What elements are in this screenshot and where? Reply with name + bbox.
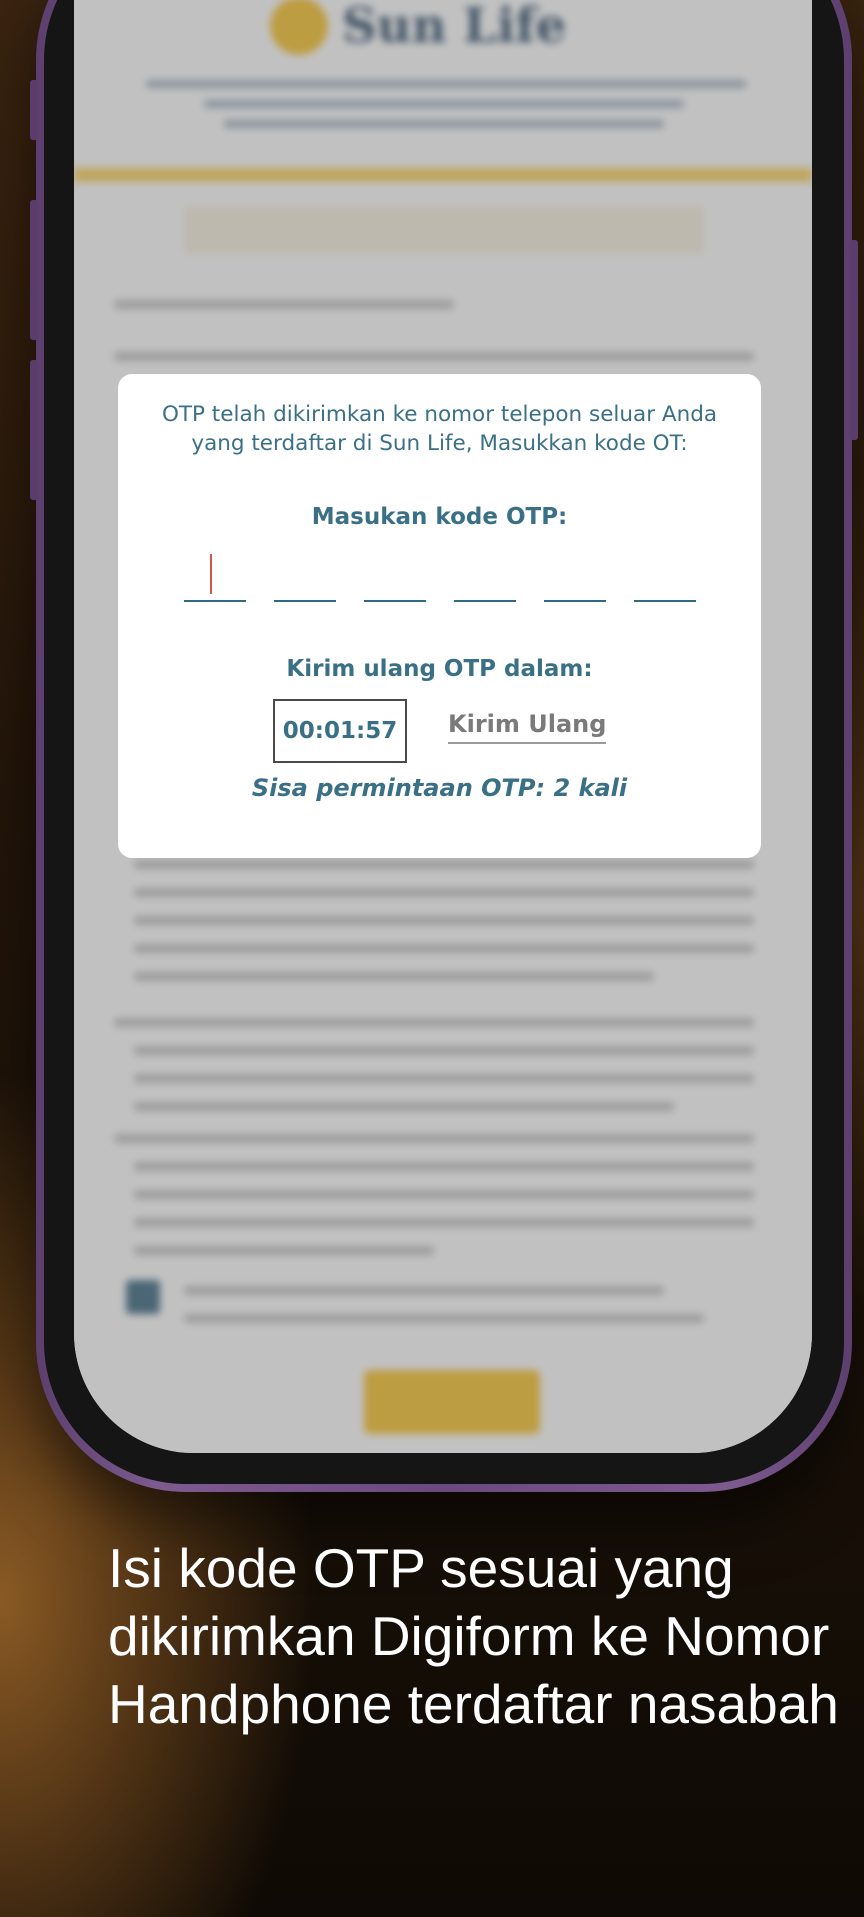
text-cursor [210, 554, 212, 594]
otp-digit-input-3[interactable] [364, 544, 426, 602]
phone-power-button [850, 240, 858, 440]
otp-sent-message: OTP telah dikirimkan ke nomor telepon se… [161, 402, 718, 456]
otp-dialog: OTP telah dikirimkan ke nomor telepon se… [118, 374, 761, 858]
otp-digit-input-4[interactable] [454, 544, 516, 602]
otp-digit-input-6[interactable] [634, 544, 696, 602]
resend-otp-button[interactable]: Kirim Ulang [448, 710, 607, 744]
otp-input-group [184, 544, 696, 604]
phone-volume-up-button [30, 200, 38, 340]
phone-volume-down-button [30, 360, 38, 500]
otp-digit-input-2[interactable] [274, 544, 336, 602]
remaining-requests-text: Sisa permintaan OTP: 2 kali [251, 774, 628, 802]
resend-countdown-label: Kirim ulang OTP dalam: [286, 656, 593, 682]
otp-digit-input-1[interactable] [184, 544, 246, 602]
phone-side-button [30, 80, 38, 140]
instruction-caption: Isi kode OTP sesuai yang dikirimkan Digi… [108, 1537, 839, 1735]
countdown-timer: 00:01:57 [273, 699, 407, 763]
otp-digit-input-5[interactable] [544, 544, 606, 602]
otp-input-label: Masukan kode OTP: [311, 504, 568, 530]
